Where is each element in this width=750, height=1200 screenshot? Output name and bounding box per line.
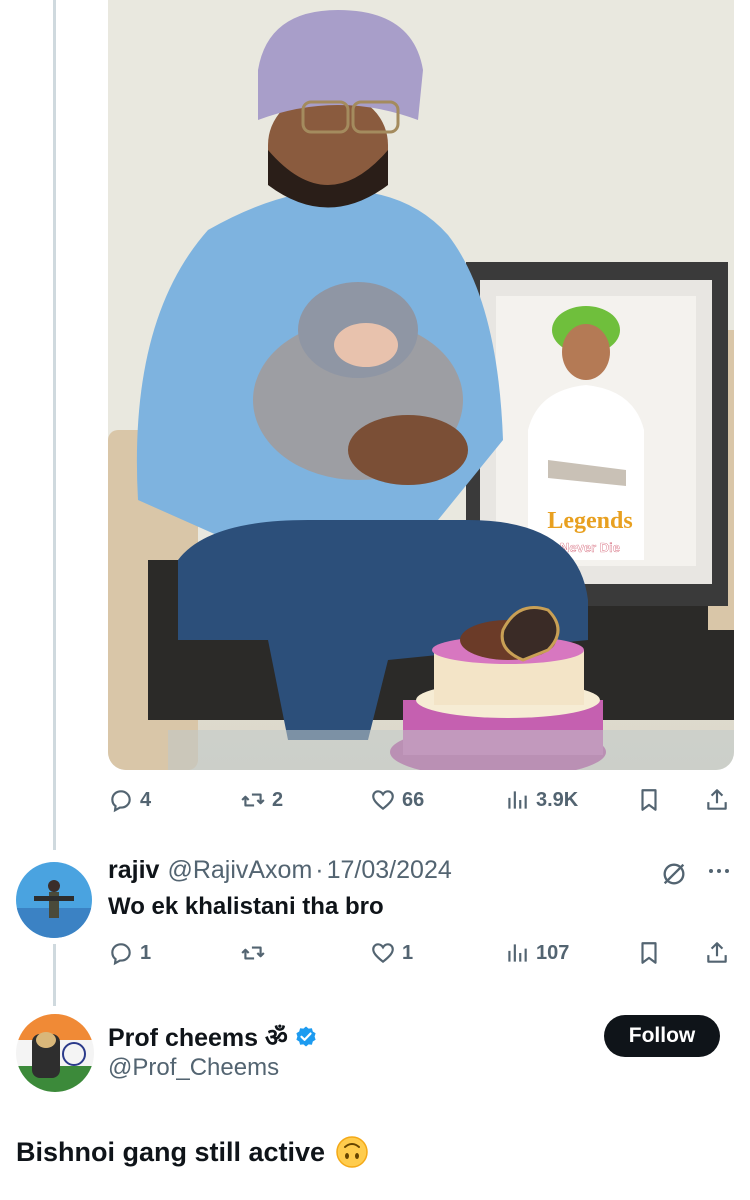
reply-author-name[interactable]: rajiv — [108, 856, 159, 885]
reply-actions: 1 1 107 — [108, 933, 734, 973]
follow-button[interactable]: Follow — [604, 1015, 720, 1057]
reply-button[interactable]: 4 — [108, 780, 151, 820]
bookmark-icon — [641, 942, 657, 964]
bookmark-icon — [641, 789, 657, 811]
reply-like-button[interactable]: 1 — [370, 933, 413, 973]
author-handle[interactable]: @Prof_Cheems — [108, 1054, 279, 1082]
repost-count: 2 — [272, 788, 284, 811]
views-count: 3.9K — [536, 788, 579, 811]
upside-down-face-icon — [336, 1136, 368, 1168]
views-icon — [508, 791, 527, 809]
post-text: Bishnoi gang still active — [16, 1136, 326, 1167]
repost-icon — [241, 946, 265, 960]
top-post-actions: 4 2 66 3.9K — [108, 780, 734, 820]
reply-author-handle[interactable]: @RajivAxom — [167, 856, 312, 885]
reply-bookmark-button[interactable] — [636, 933, 662, 973]
repost-button[interactable]: 2 — [240, 780, 283, 820]
frame-caption-line1: Legends — [547, 508, 632, 534]
like-icon — [372, 943, 394, 964]
reply-header: rajiv @RajivAxom · 17/03/2024 — [108, 856, 452, 885]
reply-repost-button[interactable] — [240, 933, 272, 973]
reply-count: 4 — [140, 788, 152, 811]
like-button[interactable]: 66 — [370, 780, 424, 820]
verified-badge-icon — [296, 1026, 316, 1047]
thread-line-top — [53, 0, 56, 850]
author-avatar[interactable] — [16, 1014, 94, 1092]
reply-avatar[interactable] — [16, 862, 92, 938]
share-icon — [707, 789, 727, 810]
grok-icon[interactable] — [660, 860, 688, 888]
author-avatar-image — [16, 1014, 94, 1092]
more-icon[interactable] — [706, 858, 732, 884]
reply-views-count: 107 — [536, 941, 570, 964]
views-button[interactable]: 3.9K — [504, 780, 578, 820]
views-icon — [508, 944, 527, 962]
repost-icon — [241, 793, 265, 807]
like-icon — [372, 790, 394, 811]
reply-views-button[interactable]: 107 — [504, 933, 569, 973]
frame-caption-line2: Never Die — [560, 540, 620, 555]
reply-icon — [111, 790, 131, 813]
share-icon — [707, 942, 727, 963]
reply-reply-button[interactable]: 1 — [108, 933, 151, 973]
reply-text: Wo ek khalistani tha bro — [108, 893, 384, 920]
reply-icon — [111, 943, 131, 966]
reply-like-count: 1 — [402, 941, 414, 964]
reply-share-button[interactable] — [704, 933, 730, 973]
reply-avatar-image — [16, 862, 92, 938]
reply-separator: · — [315, 856, 324, 884]
post-text-row: Bishnoi gang still active — [16, 1135, 369, 1169]
bookmark-button[interactable] — [636, 780, 662, 820]
like-count: 66 — [402, 788, 425, 811]
author-name-row[interactable]: Prof cheems ॐ — [108, 1020, 318, 1054]
author-name: Prof cheems ॐ — [108, 1024, 288, 1052]
post-image[interactable]: Legends Never Die — [108, 0, 734, 770]
thread-line-bottom — [53, 944, 56, 1006]
reply-reply-count: 1 — [140, 941, 152, 964]
reply-date[interactable]: 17/03/2024 — [327, 856, 452, 885]
share-button[interactable] — [704, 780, 730, 820]
post-image-illustration: Legends Never Die — [108, 0, 734, 770]
